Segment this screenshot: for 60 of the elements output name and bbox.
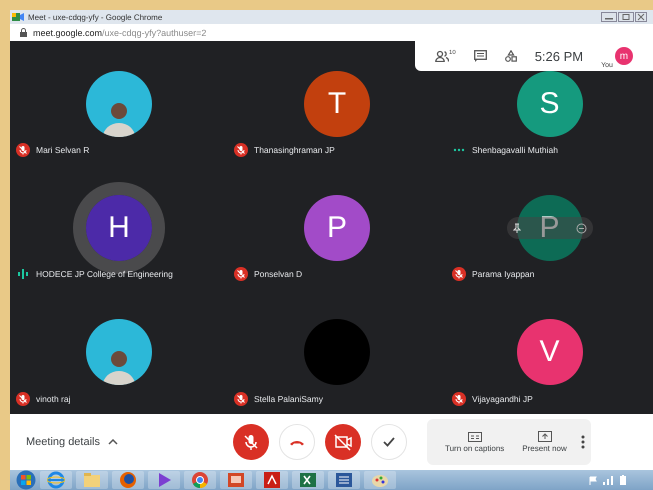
participant-name: Stella PalaniSamy bbox=[254, 394, 323, 404]
start-orb-icon[interactable] bbox=[16, 470, 36, 490]
avatar-initial: T bbox=[304, 71, 370, 137]
fox-browser-icon[interactable] bbox=[119, 471, 137, 489]
avatar-initial: P bbox=[304, 195, 370, 261]
battery-icon[interactable] bbox=[619, 475, 627, 485]
participant-name: Thanasinghraman JP bbox=[254, 145, 335, 155]
mic-off-icon bbox=[16, 392, 30, 406]
participant-name: Ponselvan D bbox=[254, 269, 302, 279]
user-avatar[interactable]: m bbox=[614, 47, 633, 65]
participant-name: vinoth raj bbox=[36, 394, 70, 404]
slides-app-icon[interactable] bbox=[227, 471, 245, 489]
pdf-app-icon[interactable] bbox=[263, 471, 281, 489]
checkmark-button[interactable] bbox=[371, 424, 407, 460]
spreadsheet-app-icon[interactable] bbox=[299, 471, 317, 489]
participant-name: Mari Selvan R bbox=[36, 145, 90, 155]
pin-icon[interactable] bbox=[512, 223, 520, 233]
present-screen-icon bbox=[538, 431, 552, 442]
mic-off-icon bbox=[234, 392, 248, 406]
captions-icon bbox=[468, 432, 482, 442]
mic-off-icon bbox=[234, 267, 248, 281]
camera-off-button[interactable] bbox=[325, 424, 361, 460]
minus-circle-icon[interactable] bbox=[576, 222, 586, 234]
mic-off-icon bbox=[234, 143, 248, 157]
address-field[interactable]: meet.google.com/uxe-cdqg-yfy?authuser=2 bbox=[33, 28, 206, 38]
participant-name: Parama Iyappan bbox=[472, 269, 534, 279]
mic-off-icon bbox=[16, 143, 30, 157]
participant-name: HODECE JP College of Engineering bbox=[36, 269, 173, 279]
more-options-icon[interactable] bbox=[580, 435, 585, 449]
avatar-initial: S bbox=[516, 71, 582, 137]
avatar-initial: V bbox=[516, 319, 582, 385]
captions-button[interactable]: Turn on captions bbox=[441, 432, 508, 452]
shapes-icon[interactable] bbox=[504, 50, 517, 62]
signal-icon[interactable] bbox=[603, 476, 613, 484]
avatar-initial: H bbox=[86, 195, 152, 261]
present-now-button[interactable]: Present now bbox=[518, 431, 571, 453]
window-title: Meet - uxe-cdqg-yfy - Google Chrome bbox=[28, 12, 164, 22]
caret-up-icon[interactable] bbox=[108, 439, 118, 445]
minimize-icon[interactable] bbox=[601, 12, 617, 22]
participant-name: Shenbagavalli Muthiah bbox=[472, 145, 558, 155]
document-app-icon[interactable] bbox=[335, 471, 353, 489]
restore-icon[interactable] bbox=[618, 12, 634, 22]
audio-bars-icon bbox=[16, 267, 30, 281]
lock-icon bbox=[20, 28, 27, 37]
meet-logo-icon bbox=[12, 12, 24, 22]
mic-off-button[interactable] bbox=[233, 424, 269, 460]
mic-off-icon bbox=[452, 392, 466, 406]
meeting-time: 5:26 PM bbox=[534, 48, 584, 64]
hang-up-button[interactable] bbox=[279, 424, 315, 460]
flag-icon[interactable] bbox=[589, 476, 597, 484]
avatar-initial: P bbox=[516, 195, 582, 261]
mic-off-icon bbox=[452, 267, 466, 281]
people-icon[interactable] bbox=[435, 50, 449, 62]
browser-e-icon[interactable] bbox=[47, 471, 65, 489]
participant-count: 10 bbox=[449, 50, 456, 56]
meeting-details-link[interactable]: Meeting details bbox=[26, 436, 100, 448]
chat-icon[interactable] bbox=[474, 50, 487, 62]
chrome-icon[interactable] bbox=[191, 471, 209, 489]
close-icon[interactable] bbox=[635, 12, 647, 22]
participant-name: Vijayagandhi JP bbox=[472, 394, 533, 404]
